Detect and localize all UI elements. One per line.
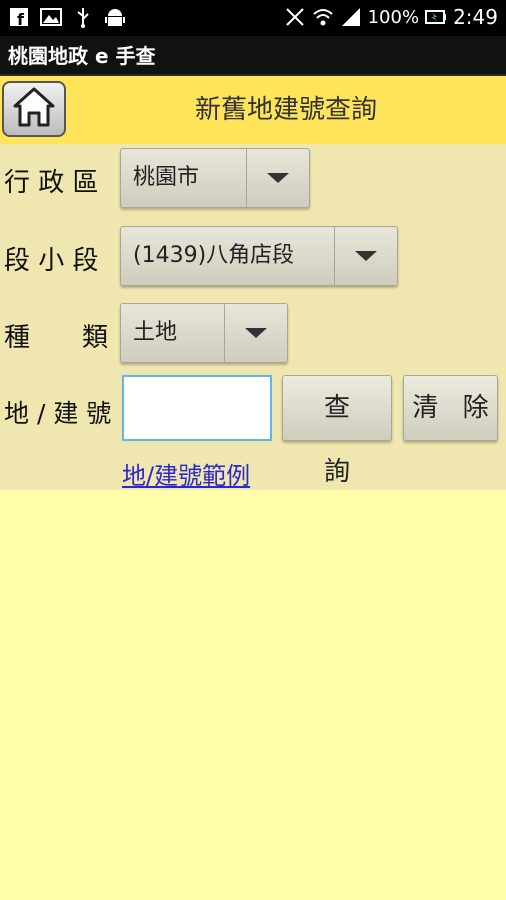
home-button[interactable] (2, 81, 66, 137)
clear-button[interactable]: 清 除 (403, 375, 498, 441)
type-select[interactable]: 土地 (120, 303, 288, 363)
battery-text: 100% (367, 6, 420, 28)
district-select[interactable]: 桃園市 (120, 148, 310, 208)
type-label: 種 類 (4, 323, 109, 353)
status-bar: f 100% 2:49 (0, 0, 506, 36)
svg-text:f: f (17, 10, 25, 27)
section-select[interactable]: (1439)八角店段 (120, 226, 398, 286)
query-form: 行 政 區 桃園市 段 小 段 (1439)八角店段 種 類 土地 地 / 建 … (0, 144, 506, 490)
battery-charging-icon (425, 6, 447, 28)
number-input[interactable] (122, 375, 272, 441)
type-dropdown[interactable] (224, 304, 287, 362)
example-link[interactable]: 地/建號範例 (122, 456, 250, 491)
home-icon (12, 86, 56, 132)
android-icon (104, 6, 126, 28)
district-value: 桃園市 (133, 165, 200, 190)
search-button[interactable]: 查 詢 (282, 375, 392, 487)
district-label: 行 政 區 (4, 168, 99, 198)
dropdown-arrow-icon (355, 251, 377, 261)
image-icon (40, 6, 62, 28)
section-dropdown[interactable] (334, 227, 397, 285)
wifi-icon (312, 6, 334, 28)
page-header: 新舊地建號查詢 (0, 76, 506, 144)
district-dropdown[interactable] (246, 149, 309, 207)
dropdown-arrow-icon (267, 173, 289, 183)
section-label: 段 小 段 (4, 246, 99, 276)
page-title: 新舊地建號查詢 (194, 95, 377, 125)
section-value: (1439)八角店段 (133, 243, 295, 268)
number-label: 地 / 建 號 (4, 399, 112, 428)
app-title: 桃園地政 e 手查 (0, 36, 506, 76)
vibrate-icon (284, 6, 306, 28)
status-time: 2:49 (453, 5, 498, 29)
type-value: 土地 (133, 320, 178, 345)
dropdown-arrow-icon (245, 328, 267, 338)
signal-icon (340, 6, 362, 28)
facebook-icon: f (8, 6, 30, 28)
usb-icon (72, 6, 94, 28)
